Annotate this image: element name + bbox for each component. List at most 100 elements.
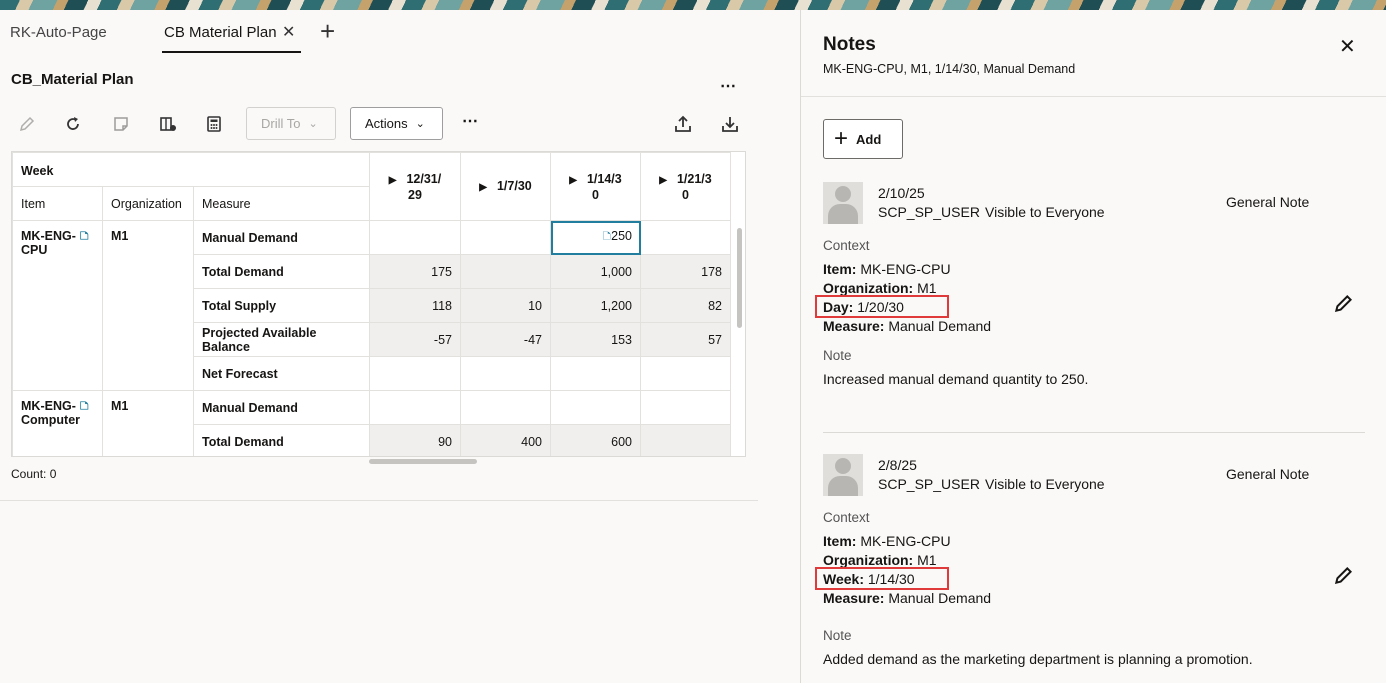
value-cell[interactable]: -47 <box>460 322 551 357</box>
measure-column-header[interactable]: Measure <box>193 186 370 221</box>
drill-to-dropdown[interactable]: Drill To ⌄ <box>246 107 336 140</box>
tab-cb-material-plan[interactable]: CB Material Plan <box>164 24 277 41</box>
note-icon[interactable]: 🗅 <box>602 229 611 243</box>
measure-cell: Manual Demand <box>193 390 370 425</box>
export-icon[interactable] <box>669 110 697 138</box>
organization-column-header[interactable]: Organization <box>102 186 194 221</box>
note-type: General Note <box>1226 194 1310 210</box>
note-label: Note <box>823 348 852 363</box>
table-row: MK-ENG- 🗅 CPU M1 Manual Demand 🗅250 <box>12 220 731 391</box>
org-cell: M1 <box>102 220 194 391</box>
value-cell[interactable]: 1,200 <box>550 288 641 323</box>
note-card: 2/8/25 SCP_SP_USER Visible to Everyone G… <box>815 454 1368 679</box>
note-date: 2/8/25 <box>878 457 917 473</box>
avatar <box>823 454 863 496</box>
note-visibility: Visible to Everyone <box>985 476 1105 492</box>
edit-icon[interactable] <box>13 110 41 138</box>
item-column-header[interactable]: Item <box>12 186 103 221</box>
note-icon[interactable] <box>107 110 135 138</box>
value-cell[interactable] <box>369 390 461 425</box>
context-measure: Measure: Manual Demand <box>823 318 991 334</box>
context-measure-value: Manual Demand <box>884 590 992 606</box>
close-icon[interactable]: ✕ <box>1339 34 1356 59</box>
edit-note-icon[interactable] <box>1333 292 1355 319</box>
value-cell[interactable]: 90 <box>369 424 461 456</box>
date-header-4[interactable]: ▶ 1/21/3 0 <box>640 152 731 221</box>
date-label: 12/31/ <box>406 171 442 186</box>
horizontal-scrollbar[interactable] <box>369 459 477 464</box>
date-header-2[interactable]: ▶ 1/7/30 <box>460 152 551 221</box>
value-cell[interactable]: 57 <box>640 322 731 357</box>
refresh-icon[interactable] <box>59 110 87 138</box>
value-cell[interactable]: 1,000 <box>550 254 641 289</box>
context-item: Item: MK-ENG-CPU <box>823 261 951 277</box>
expand-icon[interactable]: ▶ <box>659 175 667 186</box>
value-cell[interactable] <box>550 356 641 391</box>
expand-icon[interactable]: ▶ <box>479 182 487 193</box>
date-label: 1/7/30 <box>496 178 532 193</box>
value-cell[interactable]: -57 <box>369 322 461 357</box>
avatar <box>823 182 863 224</box>
value-cell[interactable] <box>460 356 551 391</box>
value-cell[interactable] <box>640 424 731 456</box>
selected-value-cell[interactable]: 🗅250 <box>550 220 641 255</box>
context-label: Context <box>823 510 870 525</box>
calculator-icon[interactable] <box>200 110 228 138</box>
value-cell[interactable] <box>460 220 551 255</box>
note-text: Added demand as the marketing department… <box>823 651 1253 667</box>
value-cell[interactable] <box>640 220 731 255</box>
add-note-button[interactable]: + Add <box>823 119 903 159</box>
notes-panel: Notes ✕ MK-ENG-CPU, M1, 1/14/30, Manual … <box>800 10 1386 683</box>
note-user: SCP_SP_USER <box>878 204 980 220</box>
more-options-icon[interactable]: ⋯ <box>720 76 737 96</box>
value-cell[interactable]: 82 <box>640 288 731 323</box>
date-label: 1/21/3 <box>676 171 712 186</box>
value-cell[interactable] <box>550 390 641 425</box>
value-cell[interactable]: 10 <box>460 288 551 323</box>
close-tab-icon[interactable]: ✕ <box>282 22 295 42</box>
context-org-value: M1 <box>913 280 937 296</box>
date-header-1[interactable]: ▶ 12/31/29 <box>369 152 461 221</box>
page-title: CB_Material Plan <box>11 71 134 88</box>
value-cell[interactable] <box>460 254 551 289</box>
note-icon[interactable]: 🗅 <box>80 399 89 413</box>
date-label-2: 0 <box>592 187 599 202</box>
measure-cell: Net Forecast <box>193 356 370 391</box>
drill-to-label: Drill To <box>261 116 301 131</box>
value-cell[interactable] <box>369 220 461 255</box>
layout-settings-icon[interactable] <box>154 110 182 138</box>
toolbar-more-icon[interactable]: ⋯ <box>462 111 479 131</box>
value-cell[interactable]: 118 <box>369 288 461 323</box>
edit-note-icon[interactable] <box>1333 564 1355 591</box>
value-cell[interactable]: 400 <box>460 424 551 456</box>
value-cell[interactable] <box>640 356 731 391</box>
context-org-key: Organization: <box>823 552 914 568</box>
value-cell[interactable] <box>369 356 461 391</box>
toolbar: Drill To ⌄ Actions ⌄ ⋯ <box>0 106 760 142</box>
date-header-3[interactable]: ▶ 1/14/3 0 <box>550 152 641 221</box>
value-cell[interactable]: 600 <box>550 424 641 456</box>
tab-rk-auto-page[interactable]: RK-Auto-Page <box>10 24 107 41</box>
value-cell[interactable] <box>640 390 731 425</box>
context-item-value: MK-ENG-CPU <box>856 533 951 549</box>
vertical-scrollbar[interactable] <box>737 228 742 328</box>
expand-icon[interactable]: ▶ <box>389 175 397 186</box>
value-cell[interactable]: 175 <box>369 254 461 289</box>
actions-dropdown[interactable]: Actions ⌄ <box>350 107 443 140</box>
org-cell: M1 <box>102 390 194 456</box>
value-cell[interactable] <box>460 390 551 425</box>
date-label: 1/14/3 <box>586 171 622 186</box>
item-cell[interactable]: MK-ENG- 🗅 Computer <box>12 390 103 456</box>
note-icon[interactable]: 🗅 <box>80 229 89 243</box>
item-cell[interactable]: MK-ENG- 🗅 CPU <box>12 220 103 391</box>
item-name-2: Computer <box>21 413 81 427</box>
value-cell[interactable]: 178 <box>640 254 731 289</box>
notes-subtitle: MK-ENG-CPU, M1, 1/14/30, Manual Demand <box>823 62 1076 76</box>
add-tab-icon[interactable]: + <box>320 18 335 44</box>
context-measure-value: Manual Demand <box>884 318 992 334</box>
value-cell[interactable]: 153 <box>550 322 641 357</box>
download-icon[interactable] <box>716 110 744 138</box>
expand-icon[interactable]: ▶ <box>569 175 577 186</box>
highlight-box <box>815 295 949 318</box>
context-item-key: Item: <box>823 533 857 549</box>
